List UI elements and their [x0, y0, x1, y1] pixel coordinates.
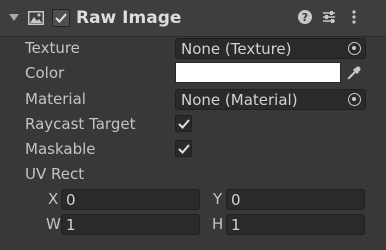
kebab-menu-icon[interactable]	[346, 9, 362, 25]
checkmark-icon	[178, 144, 190, 154]
object-picker-icon[interactable]	[348, 42, 361, 55]
material-field[interactable]: None (Material)	[175, 89, 366, 110]
texture-field[interactable]: None (Texture)	[175, 38, 366, 59]
uv-w-field[interactable]: 1	[61, 214, 200, 235]
object-picker-icon[interactable]	[348, 93, 361, 106]
help-icon[interactable]: ?	[297, 9, 313, 25]
uv-rect-label: UV Rect	[25, 165, 85, 183]
texture-value: None (Texture)	[181, 40, 292, 58]
color-swatch[interactable]	[175, 62, 341, 83]
uv-h-field[interactable]: 1	[226, 214, 365, 235]
uv-x-value: 0	[66, 191, 76, 209]
uv-w-value: 1	[66, 216, 76, 234]
component-title: Raw Image	[76, 8, 182, 28]
raycast-target-checkbox[interactable]	[175, 115, 192, 132]
checkmark-icon	[178, 119, 190, 129]
raycast-target-label: Raycast Target	[25, 115, 136, 133]
uv-h-label: H	[212, 215, 224, 233]
presets-icon[interactable]	[321, 9, 337, 25]
maskable-checkbox[interactable]	[175, 140, 192, 157]
uv-y-label: Y	[213, 190, 223, 208]
uv-x-field[interactable]: 0	[61, 189, 200, 210]
component-enabled-checkbox[interactable]	[52, 9, 70, 27]
texture-label: Texture	[25, 39, 80, 57]
checkmark-icon	[55, 13, 67, 23]
foldout-arrow-icon[interactable]	[9, 14, 19, 21]
eyedropper-icon[interactable]	[345, 64, 363, 82]
uv-x-label: X	[48, 190, 59, 208]
material-label: Material	[25, 90, 86, 108]
component-header: Raw Image ?	[0, 0, 386, 37]
svg-text:?: ?	[302, 11, 308, 24]
maskable-label: Maskable	[25, 140, 96, 158]
material-value: None (Material)	[181, 91, 298, 109]
uv-y-field[interactable]: 0	[226, 189, 365, 210]
uv-y-value: 0	[231, 191, 241, 209]
uv-h-value: 1	[231, 216, 241, 234]
color-label: Color	[25, 64, 65, 82]
uv-w-label: W	[46, 215, 61, 233]
raw-image-icon	[28, 11, 44, 25]
